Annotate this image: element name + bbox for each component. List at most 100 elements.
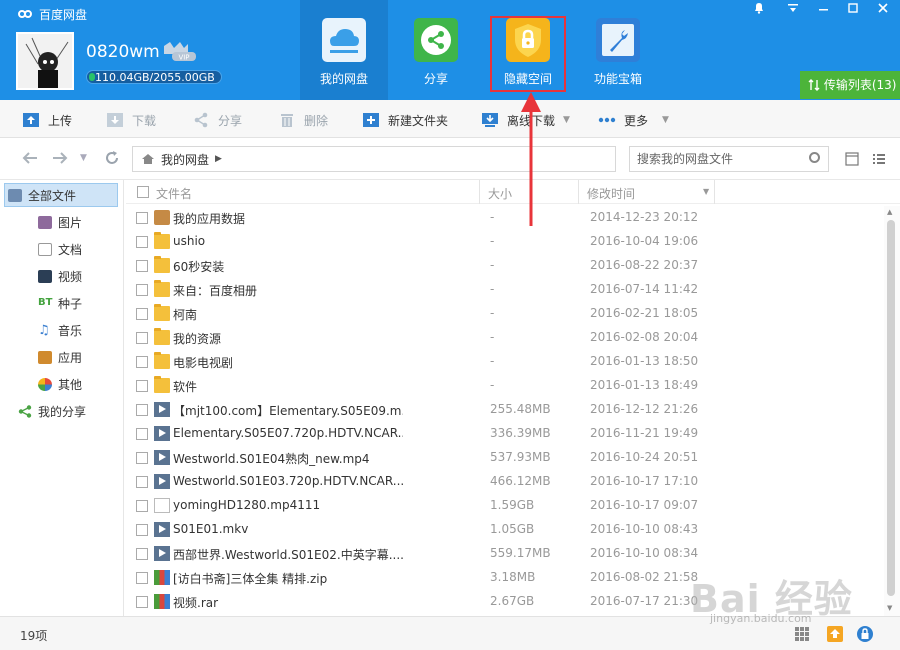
table-row[interactable]: yomingHD1280.mp4111 1.59GB 2016-10-17 09:0… xyxy=(126,494,884,518)
row-checkbox[interactable] xyxy=(136,380,148,392)
bell-icon[interactable] xyxy=(744,0,774,20)
menu-icon[interactable] xyxy=(778,0,808,20)
list-view-icon[interactable] xyxy=(845,152,859,169)
sidebar-item-torrents[interactable]: BT 种子 xyxy=(0,291,124,315)
file-name[interactable]: Westworld.S01E03.720p.HDTV.NCAR... xyxy=(173,474,403,488)
table-row[interactable]: 【mjt100.com】Elementary.S05E09.m... 255.48… xyxy=(126,398,884,422)
file-name[interactable]: ushio xyxy=(173,234,403,248)
breadcrumb[interactable]: 我的网盘 ▶ xyxy=(132,146,616,172)
nav-toolbox[interactable]: 功能宝箱 xyxy=(574,0,662,100)
file-name[interactable]: 60秒安装 xyxy=(173,258,403,275)
file-name[interactable]: Westworld.S01E04熟肉_new.mp4 xyxy=(173,450,403,467)
more-button[interactable]: 更多 ▼ xyxy=(598,110,669,130)
table-row[interactable]: S01E01.mkv 1.05GB 2016-10-10 08:43 xyxy=(126,518,884,542)
file-name[interactable]: 软件 xyxy=(173,378,403,395)
back-arrow-icon[interactable] xyxy=(22,150,38,169)
row-checkbox[interactable] xyxy=(136,596,148,608)
row-checkbox[interactable] xyxy=(136,524,148,536)
row-checkbox[interactable] xyxy=(136,260,148,272)
lock-status-icon[interactable] xyxy=(856,625,874,646)
sort-arrow-icon[interactable]: ▼ xyxy=(703,187,709,196)
history-dropdown-icon[interactable]: ▼ xyxy=(80,153,87,163)
file-name[interactable]: yomingHD1280.mp4111 xyxy=(173,498,403,512)
scrollbar-thumb[interactable] xyxy=(887,220,895,596)
avatar[interactable] xyxy=(16,32,74,90)
row-checkbox[interactable] xyxy=(136,284,148,296)
sidebar-item-documents[interactable]: 文档 xyxy=(0,237,124,261)
upload-status-icon[interactable] xyxy=(826,625,844,646)
row-checkbox[interactable] xyxy=(136,572,148,584)
sidebar-item-music[interactable]: ♫ 音乐 xyxy=(0,318,124,342)
download-button[interactable]: 下载 xyxy=(106,110,156,130)
sidebar-item-apps[interactable]: 应用 xyxy=(0,345,124,369)
grid-view-icon[interactable] xyxy=(794,626,810,645)
share-toolbar-button[interactable]: 分享 xyxy=(192,110,242,130)
file-name[interactable]: 电影电视剧 xyxy=(173,354,403,371)
file-name[interactable]: S01E01.mkv xyxy=(173,522,403,536)
new-folder-button[interactable]: 新建文件夹 xyxy=(362,110,448,130)
refresh-icon[interactable] xyxy=(104,150,120,170)
table-row[interactable]: 柯南 - 2016-02-21 18:05 xyxy=(126,302,884,326)
breadcrumb-arrow-icon[interactable]: ▶ xyxy=(215,154,222,164)
file-name[interactable]: 西部世界.Westworld.S01E02.中英字幕.... xyxy=(173,546,403,563)
row-checkbox[interactable] xyxy=(136,308,148,320)
minimize-icon[interactable] xyxy=(808,0,838,20)
table-row[interactable]: 软件 - 2016-01-13 18:49 xyxy=(126,374,884,398)
table-row[interactable]: ushio - 2016-10-04 19:06 xyxy=(126,230,884,254)
nav-my-disk[interactable]: 我的网盘 xyxy=(300,0,388,100)
row-checkbox[interactable] xyxy=(136,404,148,416)
transfer-list-button[interactable]: 传输列表(13) xyxy=(800,71,900,99)
row-checkbox[interactable] xyxy=(136,500,148,512)
maximize-icon[interactable] xyxy=(838,0,868,20)
row-checkbox[interactable] xyxy=(136,332,148,344)
table-row[interactable]: 西部世界.Westworld.S01E02.中英字幕.... 559.17MB 20… xyxy=(126,542,884,566)
row-checkbox[interactable] xyxy=(136,212,148,224)
vip-badge[interactable]: VIP xyxy=(162,40,198,62)
table-row[interactable]: 我的资源 - 2016-02-08 20:04 xyxy=(126,326,884,350)
nav-share[interactable]: 分享 xyxy=(392,0,480,100)
column-header-name[interactable]: 文件名 xyxy=(156,185,192,202)
row-checkbox[interactable] xyxy=(136,356,148,368)
row-checkbox[interactable] xyxy=(136,548,148,560)
file-name[interactable]: [访白书斋]三体全集 精排.zip xyxy=(173,570,403,587)
column-header-date[interactable]: 修改时间 xyxy=(587,185,635,202)
file-name[interactable]: 我的资源 xyxy=(173,330,403,347)
file-name[interactable]: 我的应用数据 xyxy=(173,210,403,227)
table-row[interactable]: 60秒安装 - 2016-08-22 20:37 xyxy=(126,254,884,278)
close-icon[interactable] xyxy=(868,0,898,20)
select-all-checkbox[interactable] xyxy=(137,186,149,198)
offline-download-button[interactable]: 离线下载 ▼ xyxy=(481,110,570,130)
sidebar-item-my-share[interactable]: 我的分享 xyxy=(0,399,124,423)
sidebar-item-videos[interactable]: 视频 xyxy=(0,264,124,288)
sidebar-item-pictures[interactable]: 图片 xyxy=(0,210,124,234)
table-row[interactable]: 来自：百度相册 - 2016-07-14 11:42 xyxy=(126,278,884,302)
column-header-size[interactable]: 大小 xyxy=(488,185,512,202)
vertical-scrollbar[interactable]: ▲ ▼ xyxy=(884,206,900,616)
table-row[interactable]: Elementary.S05E07.720p.HDTV.NCAR... 336.3… xyxy=(126,422,884,446)
sidebar-item-all-files[interactable]: 全部文件 xyxy=(4,183,118,207)
search-icon[interactable] xyxy=(809,152,820,163)
video-file-icon xyxy=(154,450,170,465)
delete-button[interactable]: 删除 xyxy=(278,110,328,130)
breadcrumb-item-my-disk[interactable]: 我的网盘 xyxy=(161,151,209,168)
detail-view-icon[interactable] xyxy=(872,152,886,169)
file-name[interactable]: 【mjt100.com】Elementary.S05E09.m... xyxy=(173,402,403,419)
file-name[interactable]: 来自：百度相册 xyxy=(173,282,403,299)
table-row[interactable]: Westworld.S01E04熟肉_new.mp4 537.93MB 2016-1… xyxy=(126,446,884,470)
table-row[interactable]: 我的应用数据 - 2014-12-23 20:12 xyxy=(126,206,884,230)
table-row[interactable]: 电影电视剧 - 2016-01-13 18:50 xyxy=(126,350,884,374)
scroll-up-icon[interactable]: ▲ xyxy=(887,208,892,216)
table-row[interactable]: Westworld.S01E03.720p.HDTV.NCAR... 466.12… xyxy=(126,470,884,494)
file-name[interactable]: 视频.rar xyxy=(173,594,403,611)
forward-arrow-icon[interactable] xyxy=(52,150,68,169)
file-name[interactable]: Elementary.S05E07.720p.HDTV.NCAR... xyxy=(173,426,403,440)
search-input[interactable]: 搜索我的网盘文件 xyxy=(629,146,829,172)
row-checkbox[interactable] xyxy=(136,428,148,440)
upload-button[interactable]: 上传 xyxy=(22,110,72,130)
row-checkbox[interactable] xyxy=(136,476,148,488)
sidebar-item-other[interactable]: 其他 xyxy=(0,372,124,396)
scroll-down-icon[interactable]: ▼ xyxy=(887,604,892,612)
file-name[interactable]: 柯南 xyxy=(173,306,403,323)
row-checkbox[interactable] xyxy=(136,236,148,248)
row-checkbox[interactable] xyxy=(136,452,148,464)
